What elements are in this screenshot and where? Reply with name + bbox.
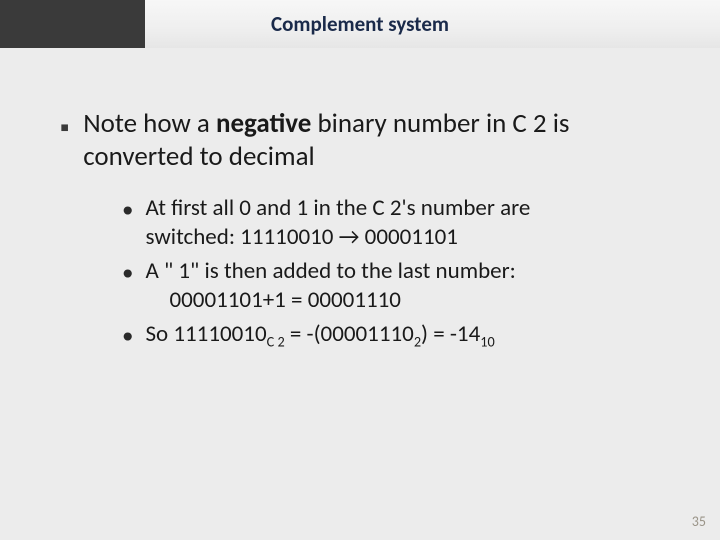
sub-item: • So 11110010C 2 = -(000011102) = -1410 xyxy=(122,320,672,351)
t: = -(00001110 xyxy=(285,320,414,348)
slide-content: ▪ Note how a negative binary number in C… xyxy=(0,48,720,351)
bullet-dot-icon: • xyxy=(122,259,133,288)
sub-line1: At first all 0 and 1 in the C 2's number… xyxy=(145,194,530,222)
sub-line2: 00001101+1 = 00001110 xyxy=(145,286,400,314)
title-accent-block xyxy=(0,0,145,48)
text-pre: Note how a xyxy=(83,107,216,140)
sub-list: • At first all 0 and 1 in the C 2's numb… xyxy=(60,194,672,351)
text-bold: negative xyxy=(216,107,311,140)
bullet-dot-icon: • xyxy=(122,196,133,225)
sub-item: • At first all 0 and 1 in the C 2's numb… xyxy=(122,194,672,253)
title-bar: Complement system xyxy=(0,0,720,48)
page-number: 35 xyxy=(692,513,706,530)
sub-line1: A " 1" is then added to the last number: xyxy=(145,257,515,285)
sub-item-body: At first all 0 and 1 in the C 2's number… xyxy=(145,194,672,253)
sub-item-body: A " 1" is then added to the last number:… xyxy=(145,257,672,316)
bullet-marker-icon: ▪ xyxy=(60,112,69,143)
sub-item: • A " 1" is then added to the last numbe… xyxy=(122,257,672,316)
subscript: 10 xyxy=(480,332,494,350)
sub-line2: switched: 11110010 → 00001101 xyxy=(145,223,457,251)
subscript: 2 xyxy=(414,332,421,350)
subscript: C 2 xyxy=(267,332,285,350)
t: ) = -14 xyxy=(421,320,480,348)
main-bullet-text: Note how a negative binary number in C 2… xyxy=(83,108,672,174)
sub-item-body: So 11110010C 2 = -(000011102) = -1410 xyxy=(145,320,672,349)
bullet-dot-icon: • xyxy=(122,322,133,351)
main-bullet: ▪ Note how a negative binary number in C… xyxy=(60,108,672,174)
t: So 11110010 xyxy=(145,320,266,348)
slide-title: Complement system xyxy=(271,11,449,37)
